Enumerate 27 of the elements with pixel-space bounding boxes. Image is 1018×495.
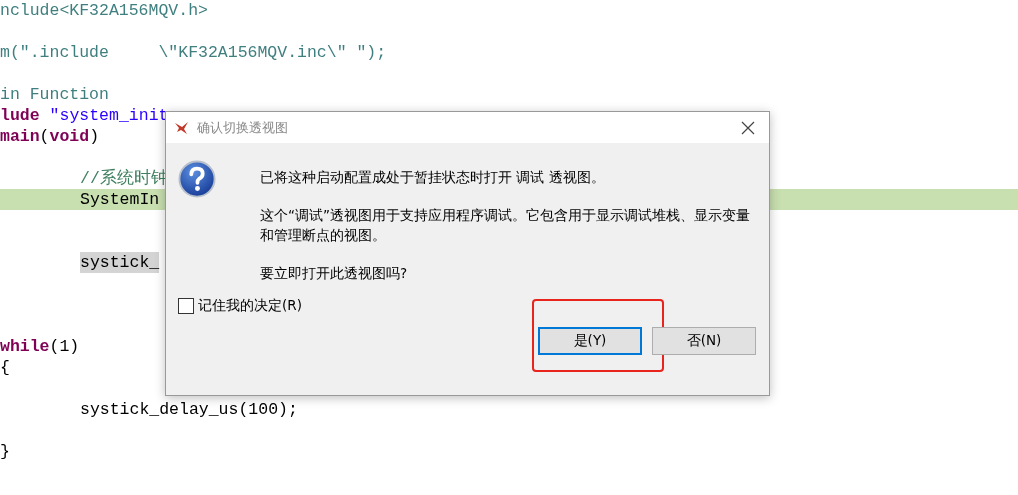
close-icon[interactable]	[741, 120, 755, 135]
checkbox-label: 记住我的决定(R)	[198, 297, 302, 315]
code-text: lude	[0, 105, 40, 126]
code-text: (	[39, 126, 50, 147]
code-text: systick_delay_us(100);	[80, 399, 298, 420]
remember-checkbox[interactable]	[178, 298, 194, 314]
code-text: void	[49, 126, 90, 147]
dialog-button[interactable]: 否(N)	[652, 327, 756, 355]
message-text: 要立即打开此透视图吗?	[260, 264, 409, 283]
message-text: 这个“调试”透视图用于支持应用程序调试。它包含用于显示调试堆栈、显示变量和管理断点的视图。	[260, 206, 751, 245]
code-text: while	[0, 336, 50, 357]
code-text: "system_init	[49, 105, 169, 126]
code-text: systick_	[80, 252, 160, 273]
message-text: 已将这种启动配置成处于暂挂状态时打开 调试 透视图。	[260, 168, 606, 187]
window-title: 确认切换透视图	[197, 118, 289, 137]
code-text: in Function	[0, 84, 109, 105]
code-text: nclude<KF32A156MQV.h>	[0, 0, 208, 21]
code-text: )	[89, 126, 100, 147]
app-icon	[174, 119, 190, 136]
dialog-button[interactable]: 是(Y)	[538, 327, 642, 355]
code-text: main	[0, 126, 40, 147]
code-text: SystemIn	[80, 189, 160, 210]
question-icon	[178, 160, 216, 198]
code-text: {	[0, 357, 10, 378]
code-text: (1)	[49, 336, 80, 357]
code-text: m(".include \"KF32A156MQV.inc\" ");	[0, 42, 387, 63]
code-text: }	[0, 441, 10, 462]
